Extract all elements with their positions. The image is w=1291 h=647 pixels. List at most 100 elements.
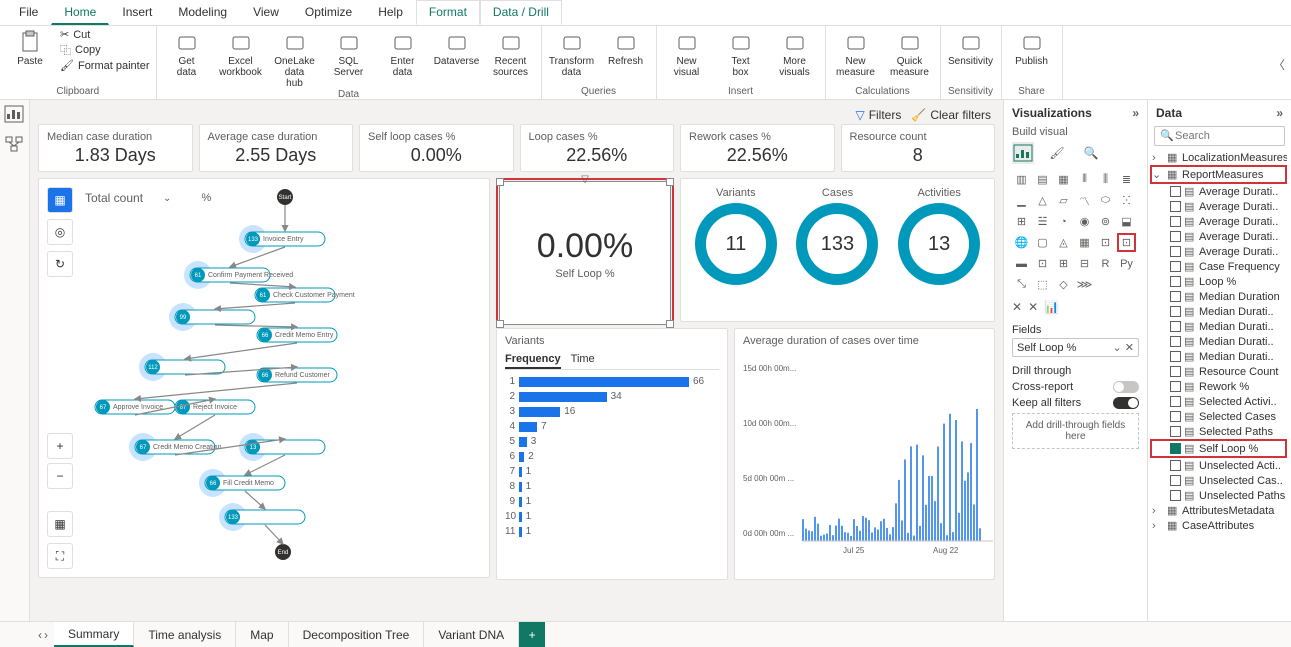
field-medianduration[interactable]: ▤Median Duration — [1152, 289, 1287, 304]
field-unselectedacti[interactable]: ▤Unselected Acti.. — [1152, 458, 1287, 473]
viz-icon-7[interactable]: △ — [1033, 191, 1052, 210]
page-tab-variant-dna[interactable]: Variant DNA — [424, 622, 519, 647]
viz-icon-12[interactable]: ⊞ — [1012, 212, 1031, 231]
viz-icon-8[interactable]: ▱ — [1054, 191, 1073, 210]
map-toggle-1[interactable]: ▦ — [47, 511, 73, 537]
viz-tools-2[interactable]: ✕ — [1028, 300, 1038, 314]
transform-button[interactable]: Transformdata — [548, 28, 596, 78]
field-rework%[interactable]: ▤Rework % — [1152, 379, 1287, 394]
field-unselectedpaths[interactable]: ▤Unselected Paths — [1152, 488, 1287, 503]
cross-report-toggle[interactable] — [1113, 381, 1139, 393]
viz-icon-32[interactable]: ◇ — [1054, 275, 1073, 294]
map-refresh-icon[interactable]: ↻ — [47, 251, 73, 277]
map-toggle-2[interactable]: ⛶ — [47, 543, 73, 569]
map-view-icon[interactable]: ▦ — [47, 187, 73, 213]
field-unselectedcas[interactable]: ▤Unselected Cas.. — [1152, 473, 1287, 488]
onelake-button[interactable]: OneLake datahub — [271, 28, 319, 89]
viz-icon-16[interactable]: ⊚ — [1096, 212, 1115, 231]
viz-icon-11[interactable]: ⵘ — [1117, 191, 1136, 210]
viz-icon-15[interactable]: ◉ — [1075, 212, 1094, 231]
variant-tab-time[interactable]: Time — [571, 351, 595, 369]
menu-modeling[interactable]: Modeling — [165, 0, 240, 25]
excel-button[interactable]: Excelworkbook — [217, 28, 265, 78]
viz-icon-31[interactable]: ⬚ — [1033, 275, 1052, 294]
donut-group[interactable]: Variants11Cases133Activities13 — [680, 178, 995, 322]
dataverse-button[interactable]: Dataverse — [433, 28, 481, 67]
menu-help[interactable]: Help — [365, 0, 416, 25]
viz-icon-17[interactable]: ⬓ — [1117, 212, 1136, 231]
refresh-button[interactable]: Refresh — [602, 28, 650, 67]
report-view-icon[interactable] — [5, 106, 25, 124]
tab-prev-icon[interactable]: ‹ — [38, 628, 42, 642]
viz-icon-10[interactable]: ⬭ — [1096, 191, 1115, 210]
field-mediandurati[interactable]: ▤Median Durati.. — [1152, 334, 1287, 349]
kpi-card-3[interactable]: Loop cases %22.56% — [520, 124, 675, 172]
field-selectedcases[interactable]: ▤Selected Cases — [1152, 409, 1287, 424]
kpi-card-2[interactable]: Self loop cases %0.00% — [359, 124, 514, 172]
menu-datadrill[interactable]: Data / Drill — [480, 0, 562, 25]
page-tab-decomposition-tree[interactable]: Decomposition Tree — [289, 622, 425, 647]
viz-icon-14[interactable]: ◔ — [1054, 212, 1073, 231]
field-selectedactivi[interactable]: ▤Selected Activi.. — [1152, 394, 1287, 409]
kpi-card-1[interactable]: Average case duration2.55 Days — [199, 124, 354, 172]
variants-chart[interactable]: Variants FrequencyTime 16623431647536271… — [496, 328, 728, 580]
kpi-card-4[interactable]: Rework cases %22.56% — [680, 124, 835, 172]
page-tab-time-analysis[interactable]: Time analysis — [134, 622, 236, 647]
map-stats-icon[interactable]: ◎ — [47, 219, 73, 245]
format-painter-button[interactable]: 🖌Format painter — [60, 59, 150, 72]
ribbon-collapse-icon[interactable]: 〈 — [1273, 56, 1285, 73]
recent-button[interactable]: Recentsources — [487, 28, 535, 78]
viz-icon-22[interactable]: ⊡ — [1096, 233, 1115, 252]
viz-tools-1[interactable]: ✕ — [1012, 300, 1022, 314]
viz-icon-20[interactable]: ◬ — [1054, 233, 1073, 252]
drill-fields-well[interactable]: Add drill-through fields here — [1012, 413, 1139, 449]
field-selfloop%[interactable]: ▤Self Loop % — [1150, 439, 1287, 458]
field-averagedurati[interactable]: ▤Average Durati.. — [1152, 199, 1287, 214]
table-ReportMeasures[interactable]: ⌄▦ReportMeasures — [1150, 165, 1287, 184]
clear-filters-button[interactable]: 🧹Clear filters — [911, 108, 991, 122]
publish-button[interactable]: Publish — [1008, 28, 1056, 67]
table-AttributesMetadata[interactable]: ›▦AttributesMetadata — [1152, 503, 1287, 518]
sql-button[interactable]: SQLServer — [325, 28, 373, 78]
model-view-icon[interactable] — [5, 136, 25, 154]
format-tab-icon[interactable]: 🖌 — [1046, 142, 1068, 164]
field-casefrequency[interactable]: ▤Case Frequency — [1152, 259, 1287, 274]
getdata-button[interactable]: Getdata — [163, 28, 211, 78]
page-tab-map[interactable]: Map — [236, 622, 288, 647]
field-averagedurati[interactable]: ▤Average Durati.. — [1152, 184, 1287, 199]
viz-icon-18[interactable]: 🌐 — [1012, 233, 1031, 252]
more-button[interactable]: Morevisuals — [771, 28, 819, 78]
table-LocalizationMeasures[interactable]: ›▦LocalizationMeasures — [1152, 150, 1287, 165]
viz-icon-1[interactable]: ▤ — [1033, 170, 1052, 189]
viz-icon-26[interactable]: ⊞ — [1054, 254, 1073, 273]
textbox-button[interactable]: Textbox — [717, 28, 765, 78]
table-CaseAttributes[interactable]: ›▦CaseAttributes — [1152, 518, 1287, 533]
viz-icon-21[interactable]: ▦ — [1075, 233, 1094, 252]
avg-duration-chart[interactable]: Average duration of cases over time 15d … — [734, 328, 995, 580]
menu-view[interactable]: View — [240, 0, 292, 25]
field-mediandurati[interactable]: ▤Median Durati.. — [1152, 304, 1287, 319]
field-averagedurati[interactable]: ▤Average Durati.. — [1152, 229, 1287, 244]
viz-icon-27[interactable]: ⊟ — [1075, 254, 1094, 273]
viz-icon-5[interactable]: ≣ — [1117, 170, 1136, 189]
viz-icon-29[interactable]: Py — [1117, 254, 1136, 273]
viz-icon-9[interactable]: 〽 — [1075, 191, 1094, 210]
viz-icon-2[interactable]: ▦ — [1054, 170, 1073, 189]
viz-icon-13[interactable]: ☱ — [1033, 212, 1052, 231]
sens-button[interactable]: Sensitivity — [947, 28, 995, 67]
viz-icon-3[interactable]: ⫴ — [1075, 170, 1094, 189]
menu-file[interactable]: File — [6, 0, 51, 25]
analytics-tab-icon[interactable]: 🔍 — [1080, 142, 1102, 164]
field-loop%[interactable]: ▤Loop % — [1152, 274, 1287, 289]
field-resourcecount[interactable]: ▤Resource Count — [1152, 364, 1287, 379]
viz-pane-collapse-icon[interactable]: » — [1132, 106, 1139, 120]
viz-icon-28[interactable]: R — [1096, 254, 1115, 273]
field-averagedurati[interactable]: ▤Average Durati.. — [1152, 214, 1287, 229]
copy-button[interactable]: ⿻Copy — [60, 42, 150, 58]
viz-icon-33[interactable]: ⋙ — [1075, 275, 1094, 294]
field-averagedurati[interactable]: ▤Average Durati.. — [1152, 244, 1287, 259]
viz-icon-19[interactable]: ▢ — [1033, 233, 1052, 252]
field-mediandurati[interactable]: ▤Median Durati.. — [1152, 349, 1287, 364]
viz-icon-4[interactable]: ⫼ — [1096, 170, 1115, 189]
viz-icon-30[interactable]: ⤡ — [1012, 275, 1031, 294]
